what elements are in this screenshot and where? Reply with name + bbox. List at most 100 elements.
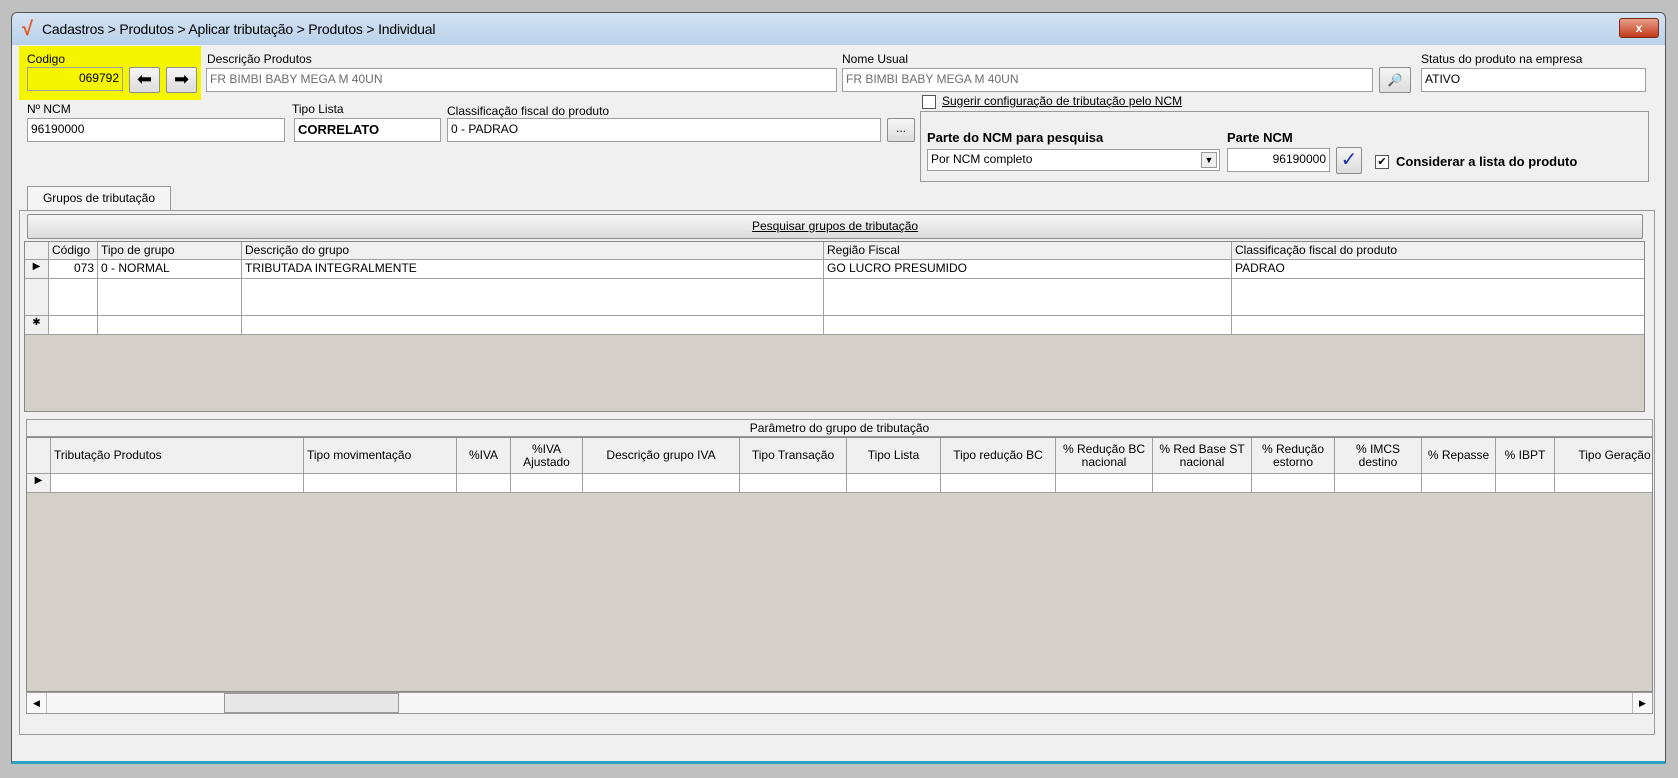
tipo-lista-label: Tipo Lista <box>292 102 344 116</box>
close-button[interactable]: x <box>1619 18 1659 38</box>
classificacao-input[interactable]: 0 - PADRAO <box>447 118 881 142</box>
table-cell[interactable] <box>1555 474 1652 493</box>
ncm-input[interactable]: 96190000 <box>27 118 285 142</box>
search-button[interactable]: 🔎 <box>1379 67 1411 93</box>
table-cell[interactable] <box>242 297 824 316</box>
table-cell[interactable] <box>49 278 98 298</box>
magnifier-icon: 🔎 <box>1387 73 1403 87</box>
classificacao-lookup-button[interactable]: ... <box>887 118 915 142</box>
table-cell[interactable]: TRIBUTADA INTEGRALMENTE <box>242 260 824 279</box>
table-cell[interactable] <box>242 278 824 298</box>
column-header: Tipo Geração D <box>1555 438 1652 474</box>
row-indicator[interactable] <box>25 278 49 298</box>
chevron-down-icon[interactable]: ▼ <box>1201 152 1217 168</box>
column-header: Região Fiscal <box>824 242 1232 260</box>
column-header: Tipo de grupo <box>98 242 242 260</box>
considerar-label: Considerar a lista do produto <box>1396 154 1578 169</box>
column-header: % IBPT <box>1496 438 1555 474</box>
parametro-caption: Parâmetro do grupo de tributação <box>26 419 1653 437</box>
pesquisar-grupos-label: Pesquisar grupos de tributação <box>751 219 919 233</box>
table-cell[interactable] <box>1422 474 1496 493</box>
table-cell[interactable] <box>511 474 583 493</box>
column-header: Código <box>49 242 98 260</box>
table-cell[interactable] <box>1232 315 1644 335</box>
nome-usual-label: Nome Usual <box>842 52 909 66</box>
scrollbar-thumb[interactable] <box>224 693 399 713</box>
table-cell[interactable] <box>1232 278 1644 298</box>
column-header: Tipo movimentação <box>304 438 457 474</box>
table-cell[interactable] <box>824 315 1232 335</box>
row-indicator[interactable]: ✱ <box>25 315 49 335</box>
column-header: Tipo Transação <box>740 438 847 474</box>
table-cell[interactable] <box>740 474 847 493</box>
parte-ncm-pesquisa-select[interactable]: Por NCM completo ▼ <box>927 149 1220 171</box>
parte-ncm-label: Parte NCM <box>1227 130 1293 145</box>
table-cell[interactable] <box>1056 474 1153 493</box>
column-header: Tipo Lista <box>847 438 941 474</box>
table-cell[interactable]: PADRAO <box>1232 260 1644 279</box>
codigo-label: Codigo <box>27 52 66 66</box>
table-cell[interactable] <box>1232 297 1644 316</box>
scroll-left-icon[interactable]: ◀ <box>27 693 47 713</box>
codigo-input[interactable]: 069792 <box>27 67 123 91</box>
table-cell[interactable]: GO LUCRO PRESUMIDO <box>824 260 1232 279</box>
table-cell[interactable] <box>98 297 242 316</box>
table-cell[interactable] <box>941 474 1056 493</box>
table-cell[interactable] <box>1153 474 1252 493</box>
app-logo-icon: √ <box>22 18 33 40</box>
title-bar: √ Cadastros > Produtos > Aplicar tributa… <box>12 13 1665 45</box>
table-cell[interactable] <box>98 278 242 298</box>
tab-grupos-tributacao[interactable]: Grupos de tributação <box>27 186 171 211</box>
column-header: Tributação Produtos <box>51 438 304 474</box>
table-cell[interactable] <box>242 315 824 335</box>
table-cell[interactable]: 0 - NORMAL <box>98 260 242 279</box>
column-header: Descrição grupo IVA <box>583 438 740 474</box>
sugerir-label: Sugerir configuração de tributação pelo … <box>942 94 1183 108</box>
table-cell[interactable] <box>49 315 98 335</box>
table-cell[interactable] <box>847 474 941 493</box>
status-label: Status do produto na empresa <box>1421 52 1583 66</box>
descricao-label: Descrição Produtos <box>207 52 312 66</box>
column-header: Classificação fiscal do produto <box>1232 242 1644 260</box>
ncm-label: Nº NCM <box>27 102 71 116</box>
scroll-right-icon[interactable]: ▶ <box>1632 693 1652 713</box>
column-header: % Redução BC nacional <box>1056 438 1153 474</box>
table-cell[interactable] <box>1252 474 1335 493</box>
window-title: Cadastros > Produtos > Aplicar tributaçã… <box>42 21 436 37</box>
previous-button[interactable]: ⬅ <box>129 67 160 93</box>
arrow-right-icon: ➡ <box>173 69 190 89</box>
status-input[interactable]: ATIVO <box>1421 68 1646 92</box>
column-header: %IVA Ajustado <box>511 438 583 474</box>
descricao-input[interactable]: FR BIMBI BABY MEGA M 40UN <box>206 68 837 92</box>
table-cell[interactable] <box>824 278 1232 298</box>
grupos-grid: Código Tipo de grupo Descrição do grupo Reg… <box>24 241 1645 412</box>
grid-corner <box>25 242 49 260</box>
table-cell[interactable] <box>1496 474 1555 493</box>
table-cell[interactable] <box>457 474 511 493</box>
table-cell[interactable] <box>1335 474 1422 493</box>
grid-corner <box>27 438 51 474</box>
table-cell[interactable] <box>98 315 242 335</box>
parametro-grid: Tributação Produtos Tipo movimentação %IVA… <box>26 437 1653 692</box>
parte-ncm-pesquisa-label: Parte do NCM para pesquisa <box>927 130 1104 145</box>
nome-usual-input[interactable]: FR BIMBI BABY MEGA M 40UN <box>842 68 1373 92</box>
table-cell[interactable]: 073 <box>49 260 98 279</box>
column-header: Tipo redução BC <box>941 438 1056 474</box>
parte-ncm-input[interactable]: 96190000 <box>1227 148 1330 172</box>
horizontal-scrollbar[interactable]: ◀ ▶ <box>26 692 1653 714</box>
row-indicator[interactable]: ▶ <box>25 260 49 279</box>
confirm-button[interactable]: ✓ <box>1336 147 1362 174</box>
column-header: % Red Base ST nacional <box>1153 438 1252 474</box>
table-cell[interactable] <box>583 474 740 493</box>
tipo-lista-input[interactable]: CORRELATO <box>294 118 441 142</box>
table-cell[interactable] <box>51 474 304 493</box>
table-cell[interactable] <box>304 474 457 493</box>
next-button[interactable]: ➡ <box>166 67 197 93</box>
table-cell[interactable] <box>824 297 1232 316</box>
considerar-checkbox[interactable]: ✔ <box>1375 155 1389 169</box>
sugerir-checkbox[interactable] <box>922 95 936 109</box>
row-indicator[interactable] <box>25 297 49 316</box>
row-indicator[interactable]: ▶ <box>27 474 51 493</box>
table-cell[interactable] <box>49 297 98 316</box>
pesquisar-grupos-button[interactable]: Pesquisar grupos de tributação <box>27 214 1643 239</box>
